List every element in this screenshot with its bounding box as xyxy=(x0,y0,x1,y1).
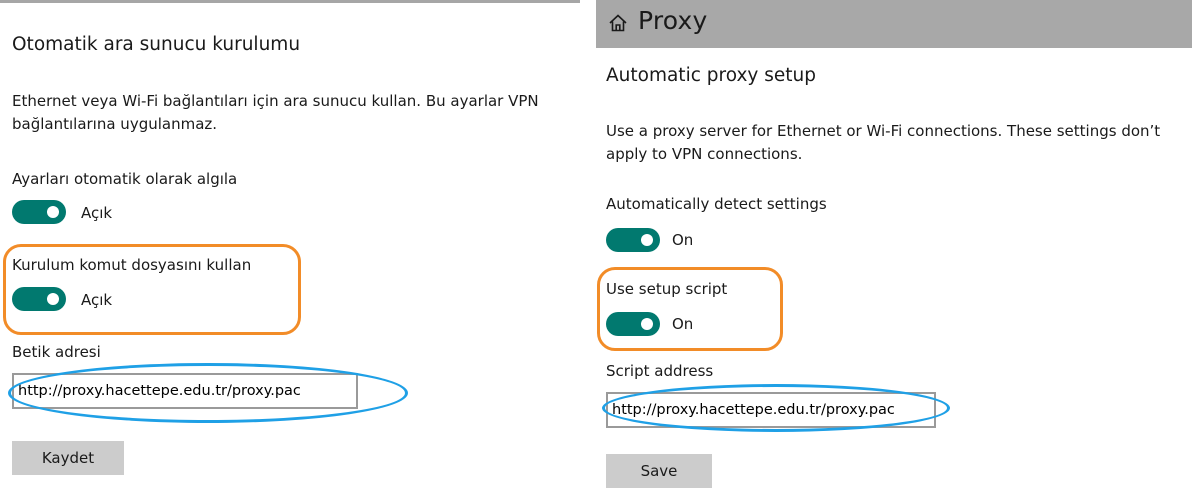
auto-detect-toggle[interactable] xyxy=(12,200,66,224)
section-title: Automatic proxy setup xyxy=(606,65,816,86)
auto-detect-toggle[interactable] xyxy=(606,228,660,252)
section-title: Otomatik ara sunucu kurulumu xyxy=(12,34,301,55)
auto-detect-label: Ayarları otomatik olarak algıla xyxy=(12,170,238,188)
auto-detect-state: On xyxy=(672,231,694,249)
home-icon[interactable] xyxy=(608,13,628,33)
settings-panel-english: Proxy Automatic proxy setup Use a proxy … xyxy=(596,0,1192,488)
settings-panel-turkish: Otomatik ara sunucu kurulumu Ethernet ve… xyxy=(0,0,580,484)
setup-script-toggle[interactable] xyxy=(606,312,660,336)
save-button[interactable]: Save xyxy=(606,454,712,488)
section-description: Use a proxy server for Ethernet or Wi-Fi… xyxy=(606,122,1161,163)
setup-script-state: Açık xyxy=(81,291,113,309)
setup-script-label: Kurulum komut dosyasını kullan xyxy=(12,256,252,274)
save-button[interactable]: Kaydet xyxy=(12,441,124,475)
script-address-input[interactable] xyxy=(12,373,358,409)
toggle-knob xyxy=(47,206,59,218)
auto-detect-state: Açık xyxy=(81,204,113,222)
toggle-knob xyxy=(47,293,59,305)
script-address-label: Betik adresi xyxy=(12,343,101,361)
page-title: Proxy xyxy=(638,6,708,35)
section-description: Ethernet veya Wi-Fi bağlantıları için ar… xyxy=(12,92,539,133)
setup-script-label: Use setup script xyxy=(606,280,728,298)
toggle-knob xyxy=(641,234,653,246)
auto-detect-label: Automatically detect settings xyxy=(606,195,827,213)
setup-script-state: On xyxy=(672,315,694,333)
setup-script-toggle[interactable] xyxy=(12,287,66,311)
page-header: Proxy xyxy=(596,0,1192,48)
script-address-input[interactable] xyxy=(606,392,936,428)
toggle-knob xyxy=(641,318,653,330)
script-address-label: Script address xyxy=(606,362,714,380)
